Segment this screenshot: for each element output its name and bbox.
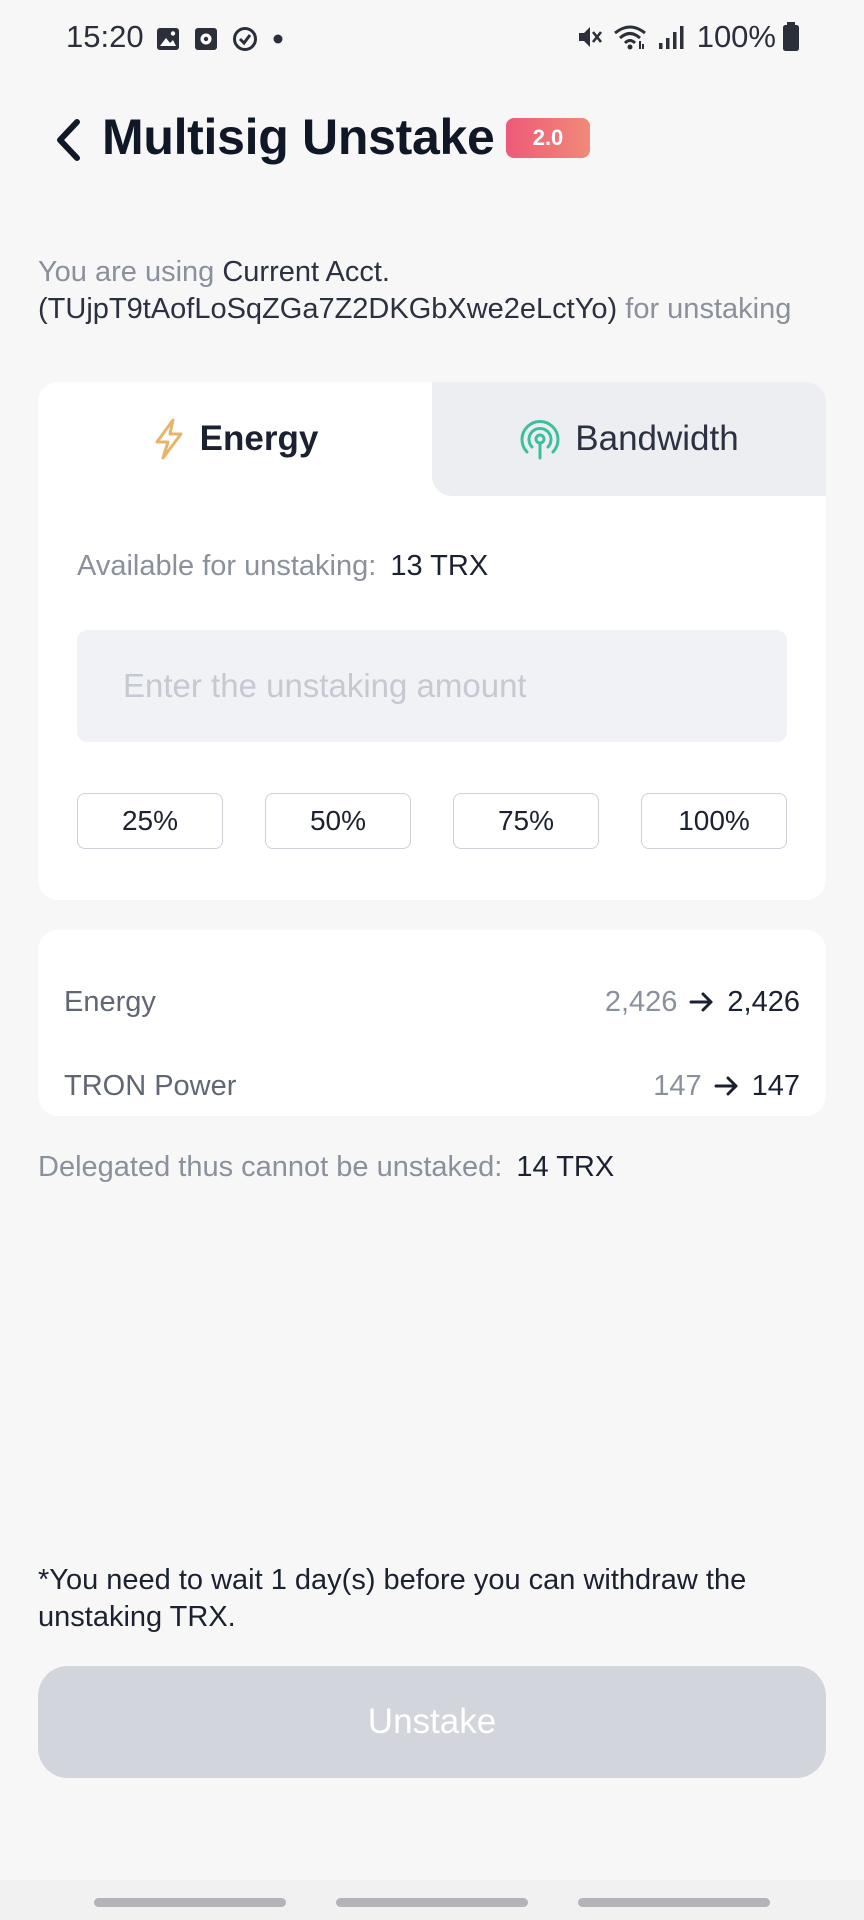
- wifi-icon: [613, 25, 646, 50]
- system-nav-bar: [0, 1880, 864, 1920]
- account-info-suffix: for unstaking: [625, 293, 792, 325]
- unstake-button[interactable]: Unstake: [38, 1666, 826, 1778]
- resource-tron-power-label: TRON Power: [64, 1069, 237, 1102]
- arrow-right-icon: [714, 1074, 740, 1098]
- resource-energy-from: 2,426: [604, 985, 678, 1018]
- status-time: 15:20: [66, 19, 144, 54]
- unstake-card: Energy Bandwidth Available for unstaking…: [38, 382, 826, 900]
- tab-bandwidth-label: Bandwidth: [575, 419, 739, 458]
- signal-icon: [658, 26, 684, 49]
- mute-icon: [578, 27, 602, 47]
- available-value: 13 TRX: [390, 550, 489, 582]
- resource-row-energy: Energy 2,426 2,426: [64, 982, 800, 1022]
- delegated-label: Delegated thus cannot be unstaked:: [38, 1151, 503, 1183]
- withdraw-wait-note: *You need to wait 1 day(s) before you ca…: [38, 1564, 747, 1633]
- delegated-info: Delegated thus cannot be unstaked: 14 TR…: [38, 1151, 614, 1184]
- account-info-prefix: You are using: [38, 256, 215, 288]
- version-badge: 2.0: [506, 118, 590, 158]
- percentage-buttons: 25% 50% 75% 100%: [77, 793, 787, 849]
- media-icon: [195, 28, 217, 50]
- delegated-value: 14 TRX: [516, 1151, 615, 1183]
- nav-recents-button[interactable]: [94, 1898, 286, 1907]
- nav-back-button[interactable]: [578, 1898, 770, 1907]
- resource-tron-power-values: 147 147: [653, 1070, 800, 1103]
- resource-energy-to: 2,426: [727, 985, 800, 1018]
- unstake-amount-input[interactable]: [77, 630, 787, 742]
- available-for-unstaking: Available for unstaking: 13 TRX: [77, 550, 488, 583]
- arrow-right-icon: [689, 990, 715, 1014]
- battery-percentage: 100%: [696, 19, 776, 54]
- sync-icon: [233, 27, 257, 51]
- resource-change-card: Energy 2,426 2,426 TRON Power 147 147: [38, 930, 826, 1116]
- percent-50-button[interactable]: 50%: [265, 793, 411, 849]
- status-notification-icons: [156, 26, 298, 52]
- broadcast-icon: [519, 418, 561, 460]
- resource-row-tron-power: TRON Power 147 147: [64, 1066, 800, 1106]
- resource-tron-power-from: 147: [653, 1069, 702, 1102]
- lightning-icon: [152, 418, 186, 460]
- resource-energy-values: 2,426 2,426: [605, 986, 800, 1019]
- status-bar: 15:20 100%: [0, 0, 864, 80]
- percent-100-button[interactable]: 100%: [641, 793, 787, 849]
- gallery-icon: [157, 28, 179, 50]
- account-info: You are using Current Acct.(TUjpT9tAofLo…: [38, 254, 818, 328]
- percent-25-button[interactable]: 25%: [77, 793, 223, 849]
- chevron-left-icon: [57, 119, 80, 161]
- dot-icon: [273, 34, 283, 44]
- tab-energy-label: Energy: [199, 419, 319, 458]
- resource-tron-power-to: 147: [751, 1069, 800, 1102]
- nav-home-button[interactable]: [336, 1898, 528, 1907]
- page-header: Multisig Unstake 2.0: [0, 100, 864, 180]
- page-title: Multisig Unstake: [102, 109, 495, 165]
- back-button[interactable]: [46, 114, 90, 166]
- tab-energy[interactable]: Energy: [38, 382, 432, 496]
- percent-75-button[interactable]: 75%: [453, 793, 599, 849]
- resource-energy-label: Energy: [64, 985, 156, 1018]
- status-system-icons: 100%: [575, 19, 800, 55]
- battery-icon: [783, 22, 799, 51]
- tab-bandwidth[interactable]: Bandwidth: [432, 382, 826, 496]
- available-label: Available for unstaking:: [77, 550, 377, 582]
